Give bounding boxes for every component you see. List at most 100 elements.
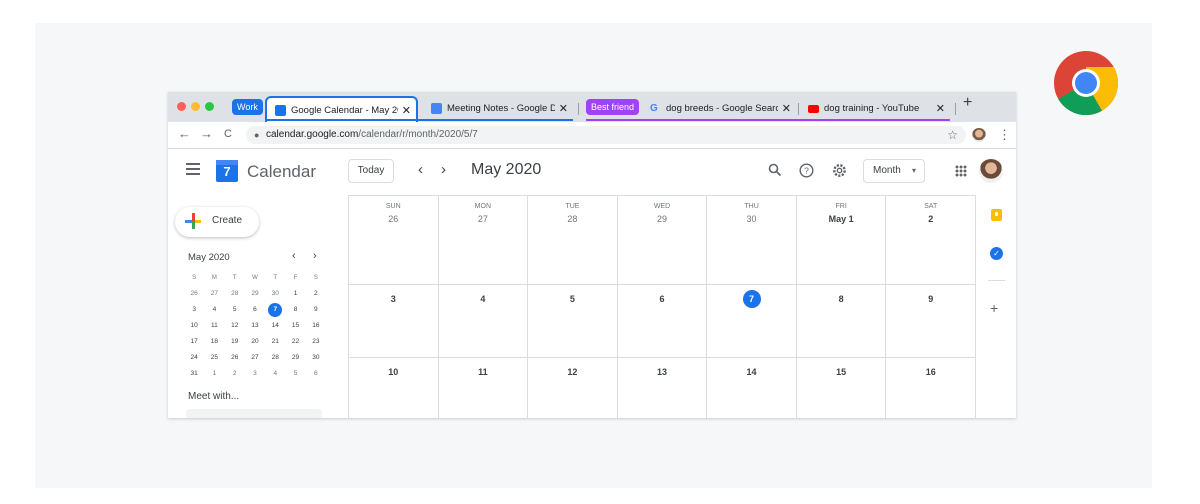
mini-day[interactable]: 6	[245, 302, 265, 318]
day-number[interactable]: 30	[707, 214, 796, 224]
day-number[interactable]: 29	[618, 214, 707, 224]
mini-day[interactable]: 3	[245, 366, 265, 382]
mini-day[interactable]: 1	[285, 286, 305, 302]
forward-icon[interactable]: →	[200, 126, 213, 141]
create-button[interactable]: Create	[175, 207, 259, 237]
day-number[interactable]: 15	[797, 367, 886, 377]
day-number[interactable]: 6	[618, 294, 707, 304]
day-number[interactable]: May 1	[797, 214, 886, 224]
add-addon-icon[interactable]: +	[990, 300, 998, 316]
day-number[interactable]: 2	[886, 214, 975, 224]
mini-day[interactable]: 30	[265, 286, 285, 302]
day-number[interactable]: 13	[618, 367, 707, 377]
mini-day[interactable]: 19	[225, 334, 245, 350]
settings-gear-icon[interactable]	[832, 163, 847, 178]
mini-day[interactable]: 15	[285, 318, 305, 334]
mini-day[interactable]: 2	[225, 366, 245, 382]
day-cell[interactable]: SUN 26	[348, 195, 438, 285]
keep-icon[interactable]	[991, 209, 1002, 221]
day-cell[interactable]: 6	[616, 285, 707, 358]
day-cell[interactable]: 16	[885, 358, 975, 418]
mini-day[interactable]: 21	[265, 334, 285, 350]
mini-day[interactable]: 4	[265, 366, 285, 382]
day-number[interactable]: 14	[707, 367, 796, 377]
day-cell[interactable]: TUE 28	[527, 195, 617, 285]
minimize-window-dot[interactable]	[191, 102, 200, 111]
day-number[interactable]: 12	[528, 367, 617, 377]
day-cell[interactable]: 11	[437, 358, 528, 418]
profile-avatar[interactable]	[972, 128, 986, 142]
today-button[interactable]: Today	[348, 159, 394, 183]
day-cell[interactable]: 3	[348, 285, 438, 358]
mini-day[interactable]: 22	[285, 334, 305, 350]
tab-group-best-friend[interactable]: Best friend	[586, 99, 640, 115]
bookmark-star-icon[interactable]: ☆	[947, 126, 958, 144]
mini-day[interactable]: 1	[204, 366, 224, 382]
mini-day[interactable]: 9	[306, 302, 326, 318]
mini-day[interactable]: 14	[265, 318, 285, 334]
day-cell[interactable]: THU 30	[706, 195, 796, 285]
mini-day[interactable]: 28	[225, 286, 245, 302]
day-number[interactable]: 8	[797, 294, 886, 304]
mini-day[interactable]: 17	[184, 334, 204, 350]
day-number[interactable]: 28	[528, 214, 617, 224]
help-icon[interactable]: ?	[799, 163, 814, 178]
mini-day[interactable]: 5	[285, 366, 305, 382]
day-number[interactable]: 5	[528, 294, 617, 304]
day-number[interactable]: 16	[886, 367, 975, 377]
browser-menu-icon[interactable]: ⋮	[998, 127, 1011, 143]
day-cell[interactable]: 9	[885, 285, 975, 358]
mini-day[interactable]: 23	[306, 334, 326, 350]
mini-day[interactable]: 3	[184, 302, 204, 318]
day-cell[interactable]: 4	[437, 285, 528, 358]
day-number[interactable]: 3	[349, 294, 438, 304]
view-selector-dropdown[interactable]: Month ▾	[863, 159, 925, 183]
day-cell[interactable]: 7	[706, 285, 796, 358]
mini-prev-month-icon[interactable]: ‹	[292, 250, 296, 262]
mini-day[interactable]: 5	[225, 302, 245, 318]
day-cell[interactable]: 14	[706, 358, 796, 418]
search-icon[interactable]	[768, 163, 782, 177]
mini-day[interactable]: 24	[184, 350, 204, 366]
mini-day[interactable]: 16	[306, 318, 326, 334]
mini-day[interactable]: 7	[265, 302, 285, 318]
mini-next-month-icon[interactable]: ›	[313, 250, 317, 262]
day-cell[interactable]: 13	[616, 358, 707, 418]
google-apps-grid-icon[interactable]	[955, 165, 967, 177]
mini-day[interactable]: 25	[204, 350, 224, 366]
main-menu-icon[interactable]	[186, 163, 200, 178]
account-avatar[interactable]	[979, 159, 1003, 183]
mini-day[interactable]: 31	[184, 366, 204, 382]
close-window-dot[interactable]	[177, 102, 186, 111]
day-cell[interactable]: FRI May 1	[795, 195, 886, 285]
day-cell[interactable]: 10	[348, 358, 438, 418]
mini-day[interactable]: 6	[306, 366, 326, 382]
mini-day[interactable]: 28	[265, 350, 285, 366]
mini-day[interactable]: 29	[245, 286, 265, 302]
mini-day[interactable]: 20	[245, 334, 265, 350]
mini-day[interactable]: 30	[306, 350, 326, 366]
day-number[interactable]: 10	[349, 367, 438, 377]
mini-day[interactable]: 27	[204, 286, 224, 302]
day-number[interactable]: 26	[349, 214, 438, 224]
maximize-window-dot[interactable]	[205, 102, 214, 111]
search-people-input[interactable]	[186, 409, 322, 418]
day-cell[interactable]: 12	[527, 358, 617, 418]
new-tab-button[interactable]: +	[963, 94, 972, 112]
day-cell[interactable]: MON 27	[437, 195, 528, 285]
mini-day[interactable]: 26	[184, 286, 204, 302]
mini-day[interactable]: 2	[306, 286, 326, 302]
day-cell[interactable]: SAT 2	[885, 195, 975, 285]
mini-day[interactable]: 11	[204, 318, 224, 334]
back-icon[interactable]: ←	[178, 126, 191, 141]
mini-day[interactable]: 27	[245, 350, 265, 366]
day-number[interactable]: 27	[439, 214, 528, 224]
reload-icon[interactable]: C	[224, 128, 232, 140]
day-cell[interactable]: 8	[795, 285, 886, 358]
mini-day[interactable]: 8	[285, 302, 305, 318]
day-number[interactable]: 9	[886, 294, 975, 304]
mini-day[interactable]: 29	[285, 350, 305, 366]
mini-day[interactable]: 13	[245, 318, 265, 334]
next-period-icon[interactable]: ›	[441, 161, 446, 178]
mini-day[interactable]: 18	[204, 334, 224, 350]
